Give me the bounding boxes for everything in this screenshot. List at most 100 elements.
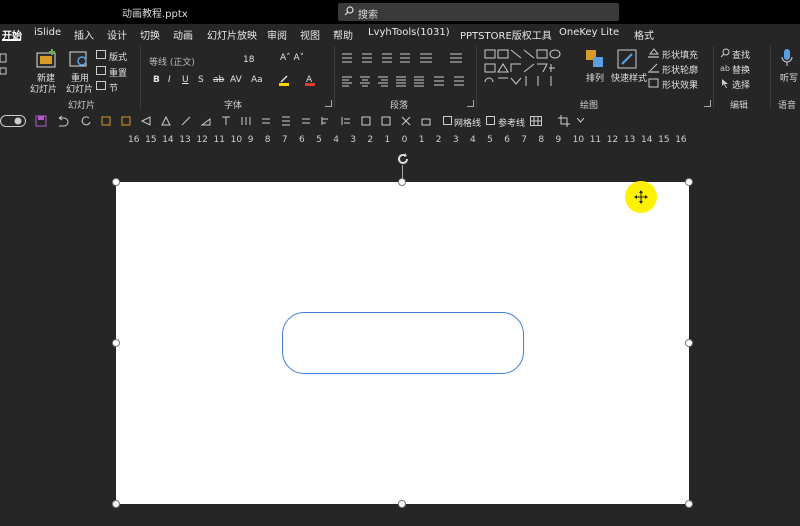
guides-label: 参考线 <box>498 119 526 129</box>
char-spacing-button[interactable]: AV <box>230 75 242 85</box>
tab-onekey[interactable]: OneKey Lite <box>559 27 619 38</box>
new-slide-label2: 幻灯片 <box>30 85 58 95</box>
tab-format[interactable]: 格式 <box>634 27 654 42</box>
ruler-tick-label: 4 <box>333 135 339 145</box>
ruler-tick-label: 16 <box>128 135 140 145</box>
tab-help[interactable]: 帮助 <box>333 27 353 42</box>
replace-icon: ab <box>720 64 730 73</box>
shape-effects-button[interactable]: 形状效果 <box>662 78 698 91</box>
shape-outline-icon <box>648 63 659 73</box>
find-button[interactable]: 查找 <box>732 48 750 61</box>
group-separator <box>713 46 714 108</box>
resize-handle-top-right[interactable] <box>685 178 693 186</box>
resize-handle-bottom-left[interactable] <box>112 500 120 508</box>
move-cursor-icon <box>634 190 648 204</box>
reuse-slides-label2: 幻灯片 <box>66 85 94 95</box>
quick-styles-icon[interactable] <box>616 48 638 70</box>
microphone-icon[interactable] <box>780 48 794 68</box>
gridlines-checkbox[interactable] <box>443 116 452 125</box>
shape-outline-button[interactable]: 形状轮廓 <box>662 63 698 76</box>
ruler-tick-label: 11 <box>213 135 225 145</box>
resize-handle-left[interactable] <box>112 339 120 347</box>
select-button[interactable]: 选择 <box>732 78 750 91</box>
clipboard-icon[interactable] <box>0 50 10 80</box>
ruler-tick-label: 3 <box>350 135 357 145</box>
rounded-rectangle-shape[interactable] <box>282 312 524 374</box>
tab-view[interactable]: 视图 <box>300 27 320 42</box>
shape-fill-button[interactable]: 形状填充 <box>662 48 698 61</box>
alignment-buttons-icon[interactable] <box>340 75 470 87</box>
tab-pptstore[interactable]: PPTSTORE版权工具 <box>460 27 552 42</box>
reuse-slides-icon[interactable] <box>68 48 90 70</box>
ruler-tick-label: 0 <box>401 135 408 145</box>
toggle-switch[interactable] <box>0 115 26 127</box>
undo-icon[interactable] <box>55 115 69 127</box>
search-label: 搜索 <box>358 10 378 21</box>
layout-button[interactable]: 版式 <box>109 50 127 63</box>
shadow-button[interactable]: S <box>198 75 204 85</box>
list-buttons-icon[interactable] <box>340 52 470 64</box>
resize-handle-top[interactable] <box>398 178 406 186</box>
guides-checkbox[interactable] <box>486 116 495 125</box>
shape-effects-icon <box>648 78 659 88</box>
paragraph-dialog-launcher[interactable] <box>467 100 474 107</box>
replace-button[interactable]: 替换 <box>732 63 750 76</box>
tab-lvyhtools[interactable]: LvyhTools(1031) <box>368 27 450 38</box>
resize-handle-bottom-right[interactable] <box>685 500 693 508</box>
underline-button[interactable]: U <box>182 75 189 85</box>
italic-button[interactable]: I <box>168 75 171 85</box>
ruler-tick-label: 6 <box>299 135 305 145</box>
bold-button[interactable]: B <box>153 75 160 85</box>
font-color-icon[interactable]: A <box>304 74 316 86</box>
group-separator <box>770 46 771 108</box>
ruler-tick-label: 4 <box>470 135 476 145</box>
resize-handle-bottom[interactable] <box>398 500 406 508</box>
font-name-field[interactable]: 等线 (正文) <box>149 55 195 68</box>
group-separator <box>334 46 335 108</box>
quick-styles-button[interactable]: 快速样式 <box>611 71 647 84</box>
grid-settings-icon[interactable] <box>530 116 542 126</box>
ruler-tick-label: 10 <box>572 135 585 145</box>
ruler-tick-label: 8 <box>264 135 271 145</box>
arrange-icon[interactable] <box>584 48 606 70</box>
font-dialog-launcher[interactable] <box>325 100 332 107</box>
select-icon <box>722 79 728 88</box>
new-slide-icon[interactable] <box>34 48 58 70</box>
search-box[interactable]: 搜索 <box>338 3 619 21</box>
tab-islide[interactable]: iSlide <box>34 27 61 38</box>
font-size-field[interactable]: 18 <box>243 55 254 65</box>
gridlines-label: 网格线 <box>454 119 482 129</box>
dictate-button[interactable]: 听写 <box>780 71 798 84</box>
redo-icon[interactable] <box>80 115 92 127</box>
shapes-gallery-icon[interactable] <box>483 48 573 90</box>
font-grow-shrink[interactable]: A˄ A˅ <box>280 53 304 63</box>
strikethrough-button[interactable]: ab <box>213 75 224 85</box>
ruler-tick-label: 5 <box>316 135 322 145</box>
resize-handle-right[interactable] <box>685 339 693 347</box>
save-icon[interactable] <box>35 115 47 127</box>
ruler-tick-label: 14 <box>641 135 653 145</box>
layout-icon <box>96 50 106 59</box>
tab-insert[interactable]: 插入 <box>74 27 94 42</box>
reset-button[interactable]: 重置 <box>109 66 127 79</box>
chevron-down-icon[interactable] <box>577 118 584 123</box>
drawing-dialog-launcher[interactable] <box>704 100 711 107</box>
tab-design[interactable]: 设计 <box>107 27 127 42</box>
qat-tools-icons[interactable] <box>100 115 440 127</box>
rotate-handle-icon[interactable] <box>395 151 411 167</box>
group-separator <box>140 46 141 108</box>
change-case-button[interactable]: Aa <box>251 75 263 85</box>
ruler-tick-label: 13 <box>179 135 191 145</box>
resize-handle-top-left[interactable] <box>112 178 120 186</box>
title-bar: 动画教程.pptx 搜索 <box>0 0 800 24</box>
active-tab-indicator <box>2 39 21 41</box>
tab-transitions[interactable]: 切换 <box>140 27 160 42</box>
arrange-button[interactable]: 排列 <box>586 71 604 84</box>
crop-icon[interactable] <box>558 115 570 127</box>
highlighter-icon[interactable] <box>278 74 290 86</box>
tab-animations[interactable]: 动画 <box>173 27 193 42</box>
tab-review[interactable]: 审阅 <box>267 27 287 42</box>
tab-slideshow[interactable]: 幻灯片放映 <box>207 27 257 42</box>
section-button[interactable]: 节 <box>109 81 118 94</box>
ruler-tick-label: 9 <box>555 135 562 145</box>
